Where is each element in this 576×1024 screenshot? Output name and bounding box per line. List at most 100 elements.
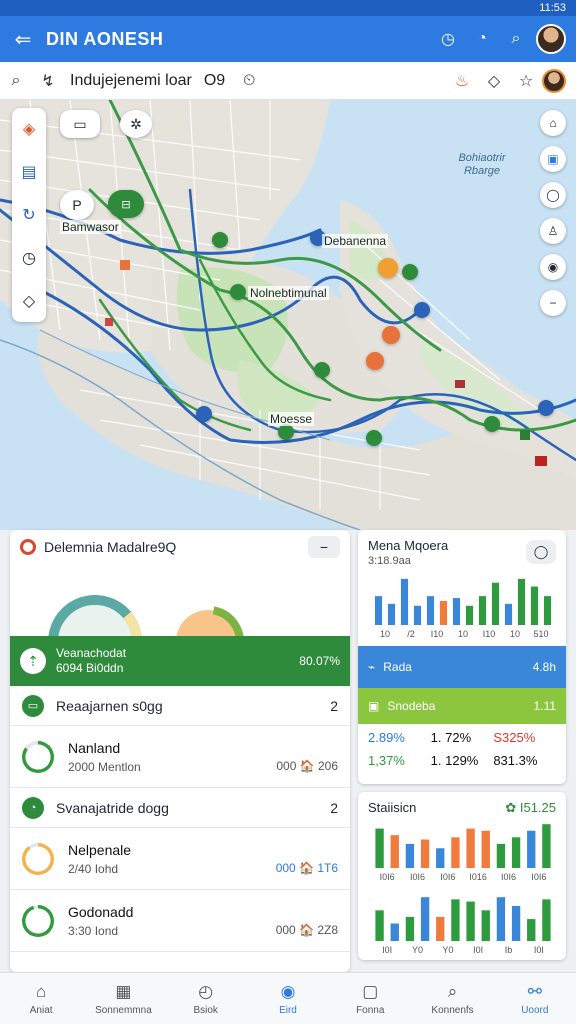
map-pin-parking[interactable]: P [60, 190, 94, 220]
avatar[interactable] [536, 24, 566, 54]
map-label: Nolnebtimunal [248, 286, 329, 300]
chart-bar [400, 578, 409, 625]
collapse-button[interactable]: − [308, 536, 340, 558]
bar-chart: 10/2 I10 10 I10 10 510 [374, 578, 552, 639]
list-item[interactable]: Nelpenale 2/40 Iohd 000 🏠 1T6 [10, 828, 350, 890]
map-pin[interactable] [382, 326, 400, 344]
tick-label: I0I [382, 945, 392, 955]
route-icon[interactable]: ↯ [32, 71, 64, 91]
compass-button[interactable]: ✲ [120, 110, 152, 138]
person-icon[interactable]: ♙ [540, 218, 566, 244]
group-icon: ▭ [22, 694, 44, 717]
clock-icon[interactable]: ◷ [22, 248, 36, 268]
list-item[interactable]: Godonadd 3:30 Iond 000 🏠 2Z8 [10, 890, 350, 952]
group-header[interactable]: ◔ Svanajatride dogg 2 [10, 788, 350, 828]
diamond-icon[interactable]: ◇ [23, 291, 35, 311]
chart-bar [375, 828, 384, 868]
chart-bar [452, 598, 461, 625]
item-title: Nelpenale [68, 841, 132, 858]
panel-title: Staiisicn [368, 800, 417, 815]
back-arrow-icon[interactable]: ⇐ [0, 27, 46, 52]
list-item[interactable]: Nanland 2000 Mentlon 000 🏠 206 [10, 726, 350, 788]
clock-icon[interactable]: ⏲ [233, 72, 265, 90]
shield-icon[interactable]: ◯ [540, 182, 566, 208]
fire-icon[interactable]: ◈ [23, 119, 35, 139]
bus-icon[interactable]: ▤ [21, 162, 36, 182]
nav-item-target[interactable]: ◉ Eird [247, 973, 329, 1024]
minus-icon[interactable]: − [540, 290, 566, 316]
chart-bar [451, 837, 460, 868]
clock-icon: ◴ [198, 981, 214, 1001]
nav-label: Eird [279, 1004, 297, 1016]
highlight-row[interactable]: ⇡ Veanachodat 6094 Bi0ddn 80.07% [10, 636, 350, 686]
home-icon[interactable]: ⌂ [540, 110, 566, 136]
nav-item-document[interactable]: ▢ Fonna [329, 973, 411, 1024]
map-pin[interactable] [484, 416, 500, 432]
item-title: Nanland [68, 739, 121, 756]
layers-button[interactable]: ▭ [60, 110, 100, 138]
search-input[interactable]: Indujejenemi loar [70, 72, 192, 90]
nav-item-home[interactable]: ⌂ Aniat [0, 973, 82, 1024]
chart-bar [436, 916, 445, 941]
map-pin[interactable] [378, 258, 398, 278]
tick-label: I0I6 [410, 872, 425, 882]
map-pin[interactable] [314, 362, 330, 378]
tick-label: I10 [431, 629, 444, 639]
stat-value: 1. 129% [430, 753, 479, 768]
nav-label: Konnenfs [431, 1004, 474, 1016]
user-avatar[interactable] [542, 68, 566, 93]
group-title: Svanajatride dogg [56, 799, 169, 816]
map-pin-bus[interactable]: ⊟ [108, 190, 144, 218]
status-time: 11:53 [539, 2, 566, 14]
tick-label: I0I6 [440, 872, 455, 882]
lime-stat-bar[interactable]: ▣ Snodeba 1.11 [358, 688, 566, 724]
options-button[interactable]: ◯ [526, 540, 556, 564]
map-pin[interactable] [230, 284, 246, 300]
map-pin[interactable] [212, 232, 228, 248]
chart-bar [451, 899, 460, 941]
map-pin[interactable] [366, 430, 382, 446]
tick-label: I0I6 [501, 872, 516, 882]
lock-icon[interactable]: ▣ [540, 146, 566, 172]
nav-item-people[interactable]: ⚯ Uoord [494, 973, 576, 1024]
tick-label: I10 [483, 629, 496, 639]
search-bar[interactable]: ⌕ ↯ Indujejenemi loar O9 ⏲ ♨ ◇ ☆ [0, 62, 576, 100]
right-panel-statistics: Staiisicn ✿ I51.25 I0I6 I0I6 I0I6 I016 I0I6 I… [358, 792, 566, 960]
lime-bar-label: Snodeba [387, 699, 436, 713]
stat-value: 2.89% [368, 730, 405, 745]
nav-item-clock[interactable]: ◴ Bsiok [165, 973, 247, 1024]
map-pin[interactable] [278, 424, 294, 440]
chart-bar [390, 835, 399, 868]
blue-stat-bar[interactable]: ⌁ Rada 4.8h [358, 646, 566, 688]
star-icon[interactable]: ☆ [510, 71, 542, 91]
chart-bar [420, 897, 430, 941]
location-icon[interactable]: ◉ [540, 254, 566, 280]
map-pin[interactable] [414, 302, 430, 318]
document-icon: ▢ [362, 981, 379, 1001]
search-icon: ⌕ [447, 981, 458, 1001]
highlight-line2: 6094 Bi0ddn [56, 661, 124, 675]
map-pin[interactable] [366, 352, 384, 370]
map-pin[interactable] [196, 406, 212, 422]
drop-icon[interactable]: ◇ [478, 71, 510, 91]
map-label: Bamwasor [60, 220, 121, 234]
stat-value: S325% [493, 730, 536, 745]
chart-bar [491, 582, 500, 625]
left-panel: Delemnia Madalre9Q − ⇡ Veanachodat 6094 … [10, 530, 350, 972]
app-bar: ⇐ DIN AONESH ◷ ◔ ⌕ [0, 16, 576, 62]
tick-label: Y0 [442, 945, 453, 955]
nav-item-calendar[interactable]: ▦ Sonnemmna [82, 973, 164, 1024]
timer-icon[interactable]: ◷ [434, 25, 462, 53]
fire-icon[interactable]: ♨ [446, 71, 478, 91]
chat-icon[interactable]: ◔ [468, 25, 496, 53]
map-pin[interactable] [402, 264, 418, 280]
record-icon [20, 539, 36, 555]
nav-item-search[interactable]: ⌕ Konnenfs [411, 973, 493, 1024]
search-icon[interactable]: ⌕ [502, 25, 530, 53]
sync-icon[interactable]: ↻ [22, 205, 35, 225]
map-view[interactable]: ⊟ P Bamwasor Debanenna Nolnebtimunal Moe… [0, 100, 576, 530]
search-icon[interactable]: ⌕ [0, 72, 32, 90]
group-header[interactable]: ▭ Reaajarnen s0gg 2 [10, 686, 350, 726]
rocket-icon: ⇡ [20, 648, 46, 674]
map-pin[interactable] [538, 400, 554, 416]
